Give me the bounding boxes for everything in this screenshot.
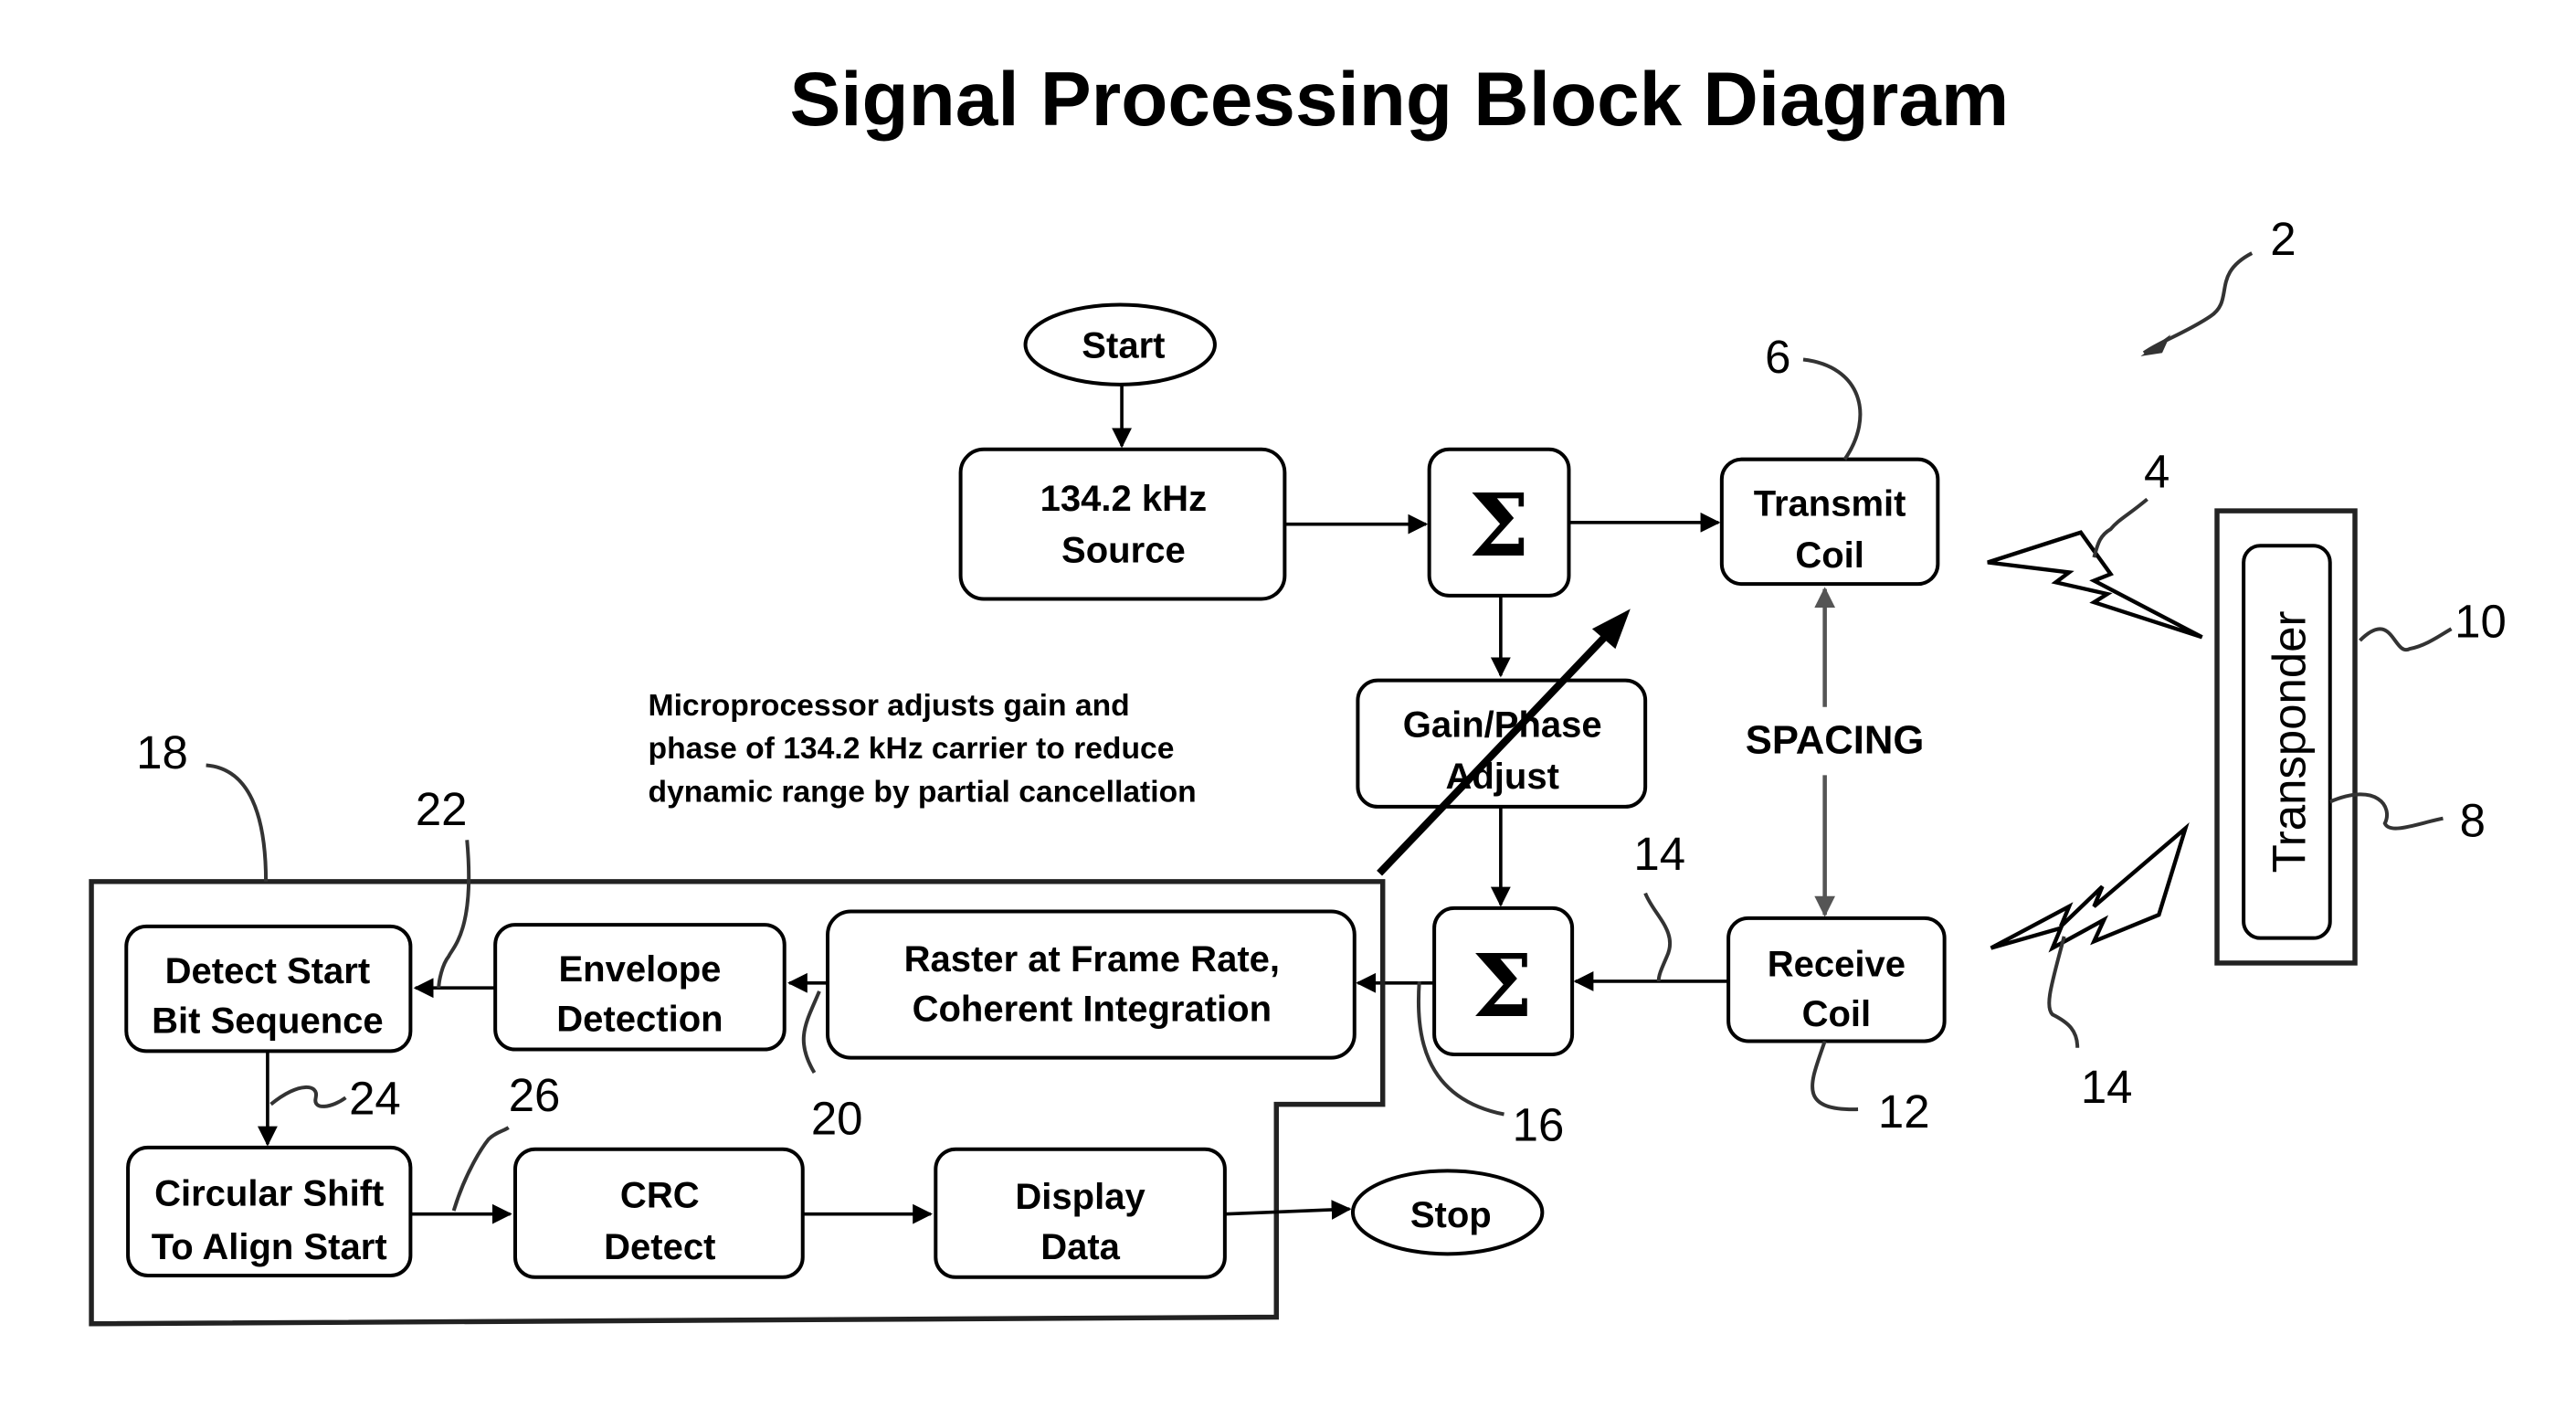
spacing-label: SPACING <box>1746 718 1925 763</box>
ref-numeral-2: 2 <box>2270 213 2296 265</box>
ref-numeral-14-field: 14 <box>2081 1061 2133 1113</box>
ref-leader-26 <box>451 1126 510 1212</box>
display-line2: Data <box>1040 1227 1120 1267</box>
ref-numeral-16: 16 <box>1513 1099 1565 1151</box>
ref-leader-8 <box>2328 792 2444 831</box>
ref-numeral-10: 10 <box>2455 595 2507 647</box>
ref-numeral-4: 4 <box>2144 446 2170 498</box>
circular-shift-block: Circular Shift To Align Start <box>126 1145 413 1277</box>
envelope-line2: Detection <box>556 1000 723 1040</box>
note-line2: phase of 134.2 kHz carrier to reduce <box>649 732 1175 766</box>
note-line3: dynamic range by partial cancellation <box>649 775 1197 809</box>
note-line1: Microprocessor adjusts gain and <box>649 689 1130 723</box>
crc-line1: CRC <box>620 1175 700 1215</box>
stop-terminal: Stop <box>1350 1169 1545 1256</box>
ref-numeral-6: 6 <box>1765 331 1790 383</box>
ref-leader-14-field <box>2047 936 2080 1048</box>
envelope-block: Envelope Detection <box>493 923 787 1052</box>
ref-numeral-14-signal: 14 <box>1633 828 1685 880</box>
ref-leader-24 <box>269 1085 347 1108</box>
ref-leader-18 <box>206 763 269 882</box>
diagram-title: Signal Processing Block Diagram <box>789 56 2009 142</box>
raster-block: Raster at Frame Rate, Coherent Integrati… <box>826 909 1357 1060</box>
transponder-housing: Transponder <box>2214 508 2358 966</box>
detect-start-block: Detect Start Bit Sequence <box>124 924 413 1054</box>
sigma-top-icon: Σ <box>1469 475 1530 577</box>
raster-line1: Raster at Frame Rate, <box>904 939 1280 980</box>
detect-start-line1: Detect Start <box>165 951 371 991</box>
crc-block: CRC Detect <box>512 1147 805 1279</box>
circular-shift-line1: Circular Shift <box>154 1174 384 1214</box>
ref-leader-20 <box>801 990 821 1075</box>
sum-bottom-block: Σ <box>1432 905 1575 1057</box>
envelope-line1: Envelope <box>558 949 721 990</box>
ref-leader-10 <box>2359 627 2453 652</box>
ref-leader-22 <box>437 840 471 989</box>
ref-numeral-18: 18 <box>136 726 188 778</box>
ref-numeral-8: 8 <box>2460 795 2486 847</box>
sum-top-block: Σ <box>1427 447 1571 598</box>
raster-line2: Coherent Integration <box>913 990 1272 1030</box>
circular-shift-line2: To Align Start <box>152 1227 387 1267</box>
ref-leader-14-signal <box>1643 892 1673 982</box>
transmit-coil-line2: Coil <box>1795 535 1864 576</box>
display-line1: Display <box>1015 1177 1145 1217</box>
microprocessor-note: Microprocessor adjusts gain and phase of… <box>649 689 1197 810</box>
ref-numeral-26: 26 <box>509 1069 561 1121</box>
start-terminal: Start <box>1023 302 1217 387</box>
arrow-display-to-stop <box>1224 1200 1352 1220</box>
display-data-block: Display Data <box>934 1147 1227 1279</box>
stop-label: Stop <box>1410 1195 1492 1235</box>
transponder-label: Transponder <box>2263 610 2315 873</box>
ref-numeral-22: 22 <box>416 783 468 835</box>
receive-coil-line1: Receive <box>1768 945 1906 985</box>
start-label: Start <box>1082 326 1165 366</box>
receive-coil-block: Receive Coil <box>1726 916 1947 1043</box>
ref-numeral-24: 24 <box>349 1073 401 1125</box>
source-block: 134.2 kHz Source <box>958 447 1287 601</box>
source-label-line1: 134.2 kHz <box>1040 479 1207 519</box>
ref-leader-2 <box>2142 251 2254 355</box>
ref-arrow-2-icon <box>2140 334 2171 356</box>
block-diagram: Signal Processing Block Diagram Start 13… <box>89 56 2507 1327</box>
transmit-coil-block: Transmit Coil <box>1719 457 1940 587</box>
ref-leader-6 <box>1802 357 1863 461</box>
transmit-coil-line1: Transmit <box>1754 484 1906 524</box>
ref-numeral-20: 20 <box>811 1092 863 1144</box>
receive-coil-line2: Coil <box>1802 994 1872 1034</box>
sigma-bottom-icon: Σ <box>1472 936 1533 1037</box>
source-label-line2: Source <box>1061 530 1186 570</box>
ref-leader-12 <box>1811 1040 1859 1112</box>
ref-numeral-12: 12 <box>1878 1085 1930 1138</box>
ref-leader-4 <box>2092 497 2148 558</box>
receive-field-lightning-icon <box>1990 822 2190 953</box>
detect-start-line2: Bit Sequence <box>152 1001 383 1041</box>
crc-line2: Detect <box>604 1227 715 1267</box>
